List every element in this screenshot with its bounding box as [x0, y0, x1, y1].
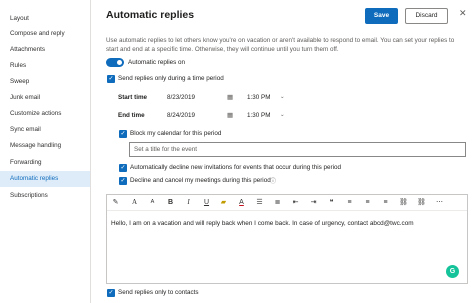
sidebar-item-customize-actions[interactable]: Customize actions	[0, 106, 90, 121]
quote-icon[interactable]: ❝	[327, 197, 336, 208]
align-left-icon[interactable]: ≡	[345, 197, 354, 208]
more-options-icon[interactable]: ⋯	[435, 197, 444, 208]
sidebar-item-rules[interactable]: Rules	[0, 58, 90, 73]
link-icon[interactable]: ⛓	[399, 197, 408, 208]
decline-cancel-meetings-label: Decline and cancel my meetings during th…	[130, 177, 271, 184]
italic-icon[interactable]: I	[184, 197, 193, 208]
increase-indent-icon[interactable]: ⇥	[309, 197, 318, 208]
settings-sidebar: Layout Compose and reply Attachments Rul…	[0, 0, 91, 303]
formatting-toolbar: ✎ A A B I U ▰ A ☰ ≣ ⇤ ⇥ ❝ ≡ ≡ ≡ ⛓ ⛓ ⋯	[107, 195, 467, 211]
highlight-icon[interactable]: ▰	[219, 197, 228, 208]
time-period-checkbox[interactable]: ✓	[107, 75, 115, 83]
block-calendar-label: Block my calendar for this period	[130, 130, 222, 137]
sidebar-item-forwarding[interactable]: Forwarding	[0, 155, 90, 170]
font-size-icon[interactable]: A	[148, 197, 157, 208]
chevron-down-icon[interactable]: ⌄	[280, 92, 285, 103]
reply-message-text[interactable]: Hello, I am on a vacation and will reply…	[111, 219, 465, 228]
sidebar-item-automatic-replies[interactable]: Automatic replies	[0, 171, 90, 187]
decline-cancel-meetings-checkbox[interactable]: ✓	[119, 177, 127, 185]
discard-button[interactable]: Discard	[405, 8, 448, 24]
automatic-replies-toggle-label: Automatic replies on	[128, 59, 186, 66]
sidebar-item-message-handling[interactable]: Message handling	[0, 138, 90, 153]
underline-icon[interactable]: U	[202, 197, 211, 208]
start-time-label: Start time	[118, 94, 148, 101]
sidebar-item-compose-and-reply[interactable]: Compose and reply	[0, 26, 90, 41]
bullets-icon[interactable]: ☰	[255, 197, 264, 208]
decline-invitations-checkbox[interactable]: ✓	[119, 164, 127, 172]
sidebar-item-junk-email[interactable]: Junk email	[0, 90, 90, 105]
sidebar-item-sync-email[interactable]: Sync email	[0, 122, 90, 137]
align-right-icon[interactable]: ≡	[381, 197, 390, 208]
info-icon[interactable]: ⓘ	[270, 176, 276, 185]
contacts-only-label: Send replies only to contacts	[118, 289, 199, 296]
time-period-label: Send replies only during a time period	[118, 75, 224, 82]
save-button[interactable]: Save	[365, 8, 398, 24]
calendar-icon[interactable]: ▦	[227, 110, 233, 121]
automatic-replies-toggle[interactable]	[106, 58, 124, 67]
event-title-input[interactable]: Set a title for the event	[129, 142, 466, 157]
decline-invitations-label: Automatically decline new invitations fo…	[130, 164, 342, 171]
font-color-icon[interactable]: A	[237, 197, 246, 208]
format-painter-icon[interactable]: ✎	[111, 197, 120, 208]
automatic-replies-pane: Automatic replies Save Discard ✕ Use aut…	[96, 0, 474, 303]
font-icon[interactable]: A	[130, 197, 139, 208]
align-center-icon[interactable]: ≡	[363, 197, 372, 208]
numbering-icon[interactable]: ≣	[273, 197, 282, 208]
unlink-icon[interactable]: ⛓	[417, 197, 426, 208]
sidebar-item-sweep[interactable]: Sweep	[0, 74, 90, 89]
decrease-indent-icon[interactable]: ⇤	[291, 197, 300, 208]
sidebar-item-subscriptions[interactable]: Subscriptions	[0, 188, 90, 203]
bold-icon[interactable]: B	[166, 197, 175, 208]
sidebar-item-attachments[interactable]: Attachments	[0, 42, 90, 57]
close-icon[interactable]: ✕	[459, 8, 467, 19]
description-text: Use automatic replies to let others know…	[106, 37, 455, 53]
reply-message-editor[interactable]: ✎ A A B I U ▰ A ☰ ≣ ⇤ ⇥ ❝ ≡ ≡ ≡ ⛓ ⛓ ⋯ He…	[106, 194, 468, 284]
chevron-down-icon[interactable]: ⌄	[280, 110, 285, 121]
contacts-only-checkbox[interactable]: ✓	[107, 289, 115, 297]
grammarly-icon[interactable]: G	[446, 265, 459, 278]
calendar-icon[interactable]: ▦	[227, 92, 233, 103]
page-title: Automatic replies	[106, 9, 195, 21]
end-time-label: End time	[118, 112, 145, 119]
block-calendar-checkbox[interactable]: ✓	[119, 130, 127, 138]
sidebar-item-layout[interactable]: Layout	[0, 11, 90, 26]
